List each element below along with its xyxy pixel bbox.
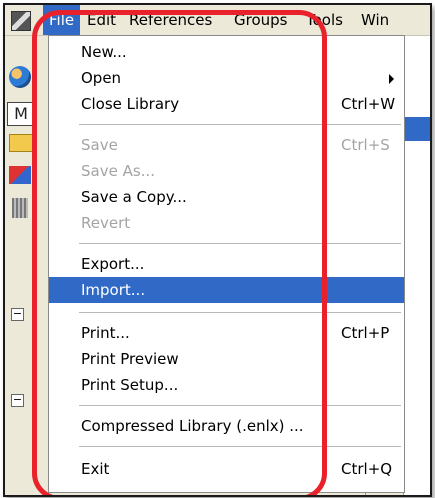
menu-item-save[interactable]: Save Ctrl+S — [49, 132, 404, 158]
menu-file[interactable]: File — [43, 5, 81, 35]
background-pane — [403, 36, 430, 495]
menu-separator — [79, 446, 401, 447]
menu-item-exit[interactable]: Exit Ctrl+Q — [49, 456, 404, 482]
folder-icon[interactable] — [9, 134, 33, 152]
menu-separator — [79, 405, 401, 406]
background-selection — [403, 117, 430, 141]
menu-separator — [79, 124, 401, 125]
menu-item-print[interactable]: Print... Ctrl+P — [49, 320, 404, 346]
menu-separator — [79, 312, 401, 313]
menu-bar: File Edit References Groups Tools Win — [5, 5, 430, 36]
app-icon[interactable] — [11, 11, 31, 31]
file-menu-dropdown: New... Open Close Library Ctrl+W Save Ct… — [48, 35, 405, 493]
menu-item-save-copy[interactable]: Save a Copy... — [49, 184, 404, 210]
menu-tools[interactable]: Tools — [300, 5, 349, 35]
menu-groups[interactable]: Groups — [228, 5, 293, 35]
menu-item-export[interactable]: Export... — [49, 251, 404, 277]
submenu-arrow-icon — [389, 74, 394, 84]
menu-item-compressed-library[interactable]: Compressed Library (.enlx) ... — [49, 413, 404, 439]
collapse-group-icon[interactable]: − — [11, 394, 24, 407]
menu-item-print-preview[interactable]: Print Preview — [49, 346, 404, 372]
menu-item-close-library[interactable]: Close Library Ctrl+W — [49, 91, 404, 117]
menu-edit[interactable]: Edit — [81, 5, 122, 35]
menu-separator — [79, 243, 401, 244]
menu-item-save-as[interactable]: Save As... — [49, 158, 404, 184]
menu-item-import[interactable]: Import... — [49, 277, 404, 303]
menu-item-open[interactable]: Open — [49, 65, 404, 91]
menu-item-revert[interactable]: Revert — [49, 210, 404, 236]
left-toolbar: M − − — [5, 36, 37, 495]
view-mode-icon[interactable]: M — [7, 102, 35, 126]
menu-window[interactable]: Win — [355, 5, 395, 35]
app-window: File Edit References Groups Tools Win M … — [3, 3, 432, 497]
menu-references[interactable]: References — [123, 5, 218, 35]
unfiled-icon[interactable] — [9, 166, 31, 184]
trash-icon[interactable] — [12, 198, 28, 218]
collapse-group-icon[interactable]: − — [11, 308, 24, 321]
online-search-icon[interactable] — [9, 66, 31, 88]
menu-item-new[interactable]: New... — [49, 39, 404, 65]
menu-item-print-setup[interactable]: Print Setup... — [49, 372, 404, 398]
